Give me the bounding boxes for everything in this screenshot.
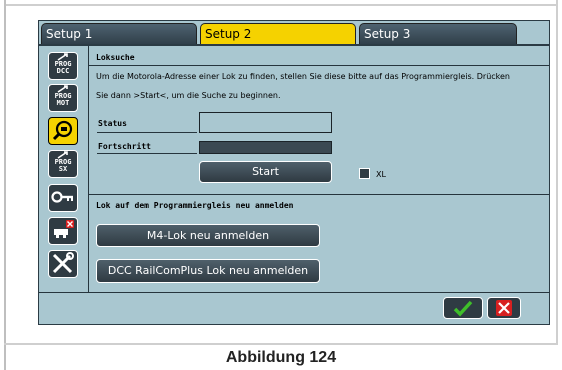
delete-loco-icon: [54, 220, 74, 238]
loksuche-divider: [89, 65, 549, 66]
m4-lok-anmelden-button[interactable]: M4-Lok neu anmelden: [96, 224, 320, 247]
sidebar-item-loco-search[interactable]: [48, 117, 78, 145]
start-button[interactable]: Start: [199, 161, 332, 183]
ok-button[interactable]: [443, 297, 483, 319]
tab-setup-2[interactable]: Setup 2: [200, 23, 356, 45]
status-field: [199, 112, 332, 133]
outer-frame-right: [556, 0, 558, 345]
sidebar-item-label: DCC: [56, 67, 70, 75]
progress-bar: [199, 141, 332, 154]
outer-frame-bottom: [4, 343, 558, 345]
sidebar-item-prog-mot[interactable]: PROG MOT: [48, 84, 78, 112]
loksuche-description-line1: Um die Motorola-Adresse einer Lok zu fin…: [96, 72, 510, 81]
key-icon: [51, 191, 73, 203]
sidebar: PROG DCC PROG MOT PROG SX: [41, 48, 85, 292]
figure-caption: Abbildung 124: [225, 349, 337, 366]
main-content: Loksuche Um die Motorola-Adresse einer L…: [89, 46, 549, 292]
loco-search-icon: [52, 120, 73, 141]
footer-divider: [39, 292, 549, 293]
outer-frame-top: [4, 4, 558, 6]
device-screen: Setup 1 Setup 2 Setup 3 PROG DCC PROG MO…: [38, 20, 550, 325]
anmelden-title: Lok auf dem Programmiergleis neu anmelde…: [96, 201, 294, 210]
outer-frame-left: [4, 0, 6, 370]
status-label: Status: [98, 119, 127, 128]
xl-label: XL: [376, 170, 386, 179]
tab-setup-1[interactable]: Setup 1: [41, 23, 197, 45]
xl-checkbox[interactable]: [359, 168, 370, 179]
progress-underline: [97, 153, 197, 154]
dcc-railcomplus-anmelden-button[interactable]: DCC RailComPlus Lok neu anmelden: [96, 259, 320, 283]
close-icon: [496, 300, 512, 316]
tools-icon: [52, 252, 74, 274]
loksuche-title: Loksuche: [96, 53, 135, 62]
status-underline: [97, 132, 197, 133]
cancel-button[interactable]: [487, 297, 521, 319]
sidebar-item-prog-dcc[interactable]: PROG DCC: [48, 52, 78, 80]
section-divider: [89, 194, 549, 195]
check-icon: [453, 300, 473, 317]
sidebar-item-prog-sx[interactable]: PROG SX: [48, 150, 78, 178]
sidebar-item-delete-loco[interactable]: [48, 217, 78, 245]
sidebar-item-key[interactable]: [48, 184, 78, 212]
sidebar-item-label: MOT: [56, 99, 70, 107]
tab-setup-3[interactable]: Setup 3: [359, 23, 517, 45]
sidebar-item-tools[interactable]: [48, 250, 78, 278]
sidebar-item-label: SX: [58, 165, 68, 173]
progress-label: Fortschritt: [98, 142, 151, 151]
loksuche-description-line2: Sie dann >Start<, um die Suche zu beginn…: [96, 91, 281, 100]
